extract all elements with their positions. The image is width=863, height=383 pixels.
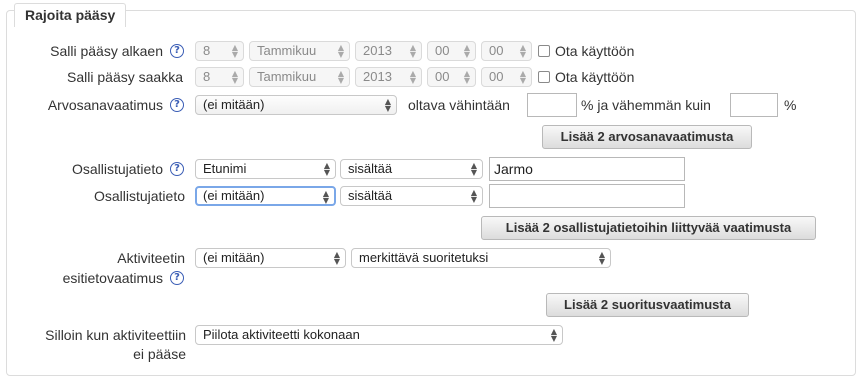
user-field-value-input[interactable]: Jarmo <box>489 157 685 181</box>
until-date-label: Salli pääsy saakka <box>67 69 183 85</box>
grade-min-label: oltava vähintään <box>408 97 510 113</box>
grade-item-select[interactable]: (ei mitään) ▲ ▼ <box>195 95 397 115</box>
until-minute-select[interactable]: 00 ▲ ▼ <box>481 67 532 87</box>
grade-max-input[interactable] <box>730 93 778 117</box>
updown-arrows-icon: ▲ ▼ <box>463 69 470 85</box>
from-minute-select[interactable]: 00 ▲ ▼ <box>481 41 532 61</box>
from-day-select[interactable]: 8 ▲ ▼ <box>195 41 244 61</box>
updown-arrows-icon: ▲ ▼ <box>519 69 526 85</box>
section-title: Rajoita pääsy <box>14 3 127 27</box>
updown-arrows-icon: ▲ ▼ <box>409 69 416 85</box>
from-month-select[interactable]: Tammikuu ▲ ▼ <box>249 41 350 61</box>
updown-arrows-icon: ▲ ▼ <box>409 43 416 59</box>
until-day-select[interactable]: 8 ▲ ▼ <box>195 67 244 87</box>
updown-arrows-icon: ▲ ▼ <box>323 161 330 177</box>
add-completion-conditions-button[interactable]: Lisää 2 suoritusvaatimusta <box>546 293 749 317</box>
user-field-select[interactable]: Etunimi ▲ ▼ <box>195 159 336 179</box>
user-field-label: Osallistujatieto <box>71 161 163 177</box>
show-availability-label-line2: ei pääse <box>133 346 186 362</box>
until-enable-label: Ota käyttöön <box>555 69 635 85</box>
from-year-select[interactable]: 2013 ▲ ▼ <box>355 41 422 61</box>
updown-arrows-icon: ▲ ▼ <box>463 43 470 59</box>
updown-arrows-icon: ▲ ▼ <box>333 250 340 266</box>
help-icon[interactable]: ? <box>170 44 184 58</box>
grade-max-label: % ja vähemmän kuin <box>581 97 711 113</box>
help-icon[interactable]: ? <box>170 98 184 112</box>
until-month-select[interactable]: Tammikuu ▲ ▼ <box>249 67 350 87</box>
from-enable-label: Ota käyttöön <box>555 43 635 59</box>
user-field-label: Osallistujatieto <box>93 188 185 204</box>
updown-arrows-icon: ▲ ▼ <box>384 97 391 113</box>
user-field-operator-select[interactable]: sisältää ▲ ▼ <box>340 186 483 206</box>
updown-arrows-icon: ▲ ▼ <box>337 69 344 85</box>
until-hour-select[interactable]: 00 ▲ ▼ <box>427 67 476 87</box>
show-availability-label-line1: Silloin kun aktiviteettiin <box>45 327 186 343</box>
add-user-field-conditions-button[interactable]: Lisää 2 osallistujatietoihin liittyvää v… <box>481 216 816 240</box>
from-date-label: Salli pääsy alkaen <box>50 43 163 59</box>
completion-label-line1: Aktiviteetin <box>117 250 185 266</box>
user-field-operator-select[interactable]: sisältää ▲ ▼ <box>340 159 483 179</box>
updown-arrows-icon: ▲ ▼ <box>231 43 238 59</box>
updown-arrows-icon: ▲ ▼ <box>231 69 238 85</box>
updown-arrows-icon: ▲ ▼ <box>470 188 477 204</box>
add-grade-conditions-button[interactable]: Lisää 2 arvosanavaatimusta <box>542 125 752 149</box>
completion-condition-select[interactable]: merkittävä suoritetuksi ▲ ▼ <box>351 248 611 268</box>
user-field-value-input[interactable] <box>489 184 685 208</box>
updown-arrows-icon: ▲ ▼ <box>550 327 557 343</box>
from-enable-checkbox[interactable] <box>538 45 550 57</box>
updown-arrows-icon: ▲ ▼ <box>519 43 526 59</box>
user-field-select[interactable]: (ei mitään) ▲ ▼ <box>195 186 336 206</box>
updown-arrows-icon: ▲ ▼ <box>337 43 344 59</box>
updown-arrows-icon: ▲ ▼ <box>322 189 329 205</box>
show-availability-select[interactable]: Piilota aktiviteetti kokonaan ▲ ▼ <box>195 325 563 345</box>
help-icon[interactable]: ? <box>170 271 184 285</box>
updown-arrows-icon: ▲ ▼ <box>598 250 605 266</box>
grade-percent-label: % <box>784 97 797 113</box>
from-hour-select[interactable]: 00 ▲ ▼ <box>427 41 476 61</box>
completion-label-line2: esitietovaatimus <box>62 270 163 286</box>
completion-activity-select[interactable]: (ei mitään) ▲ ▼ <box>195 248 346 268</box>
grade-label: Arvosanavaatimus <box>47 97 163 113</box>
updown-arrows-icon: ▲ ▼ <box>470 161 477 177</box>
until-enable-checkbox[interactable] <box>538 71 550 83</box>
help-icon[interactable]: ? <box>170 162 184 176</box>
until-year-select[interactable]: 2013 ▲ ▼ <box>355 67 422 87</box>
grade-min-input[interactable] <box>527 93 577 117</box>
